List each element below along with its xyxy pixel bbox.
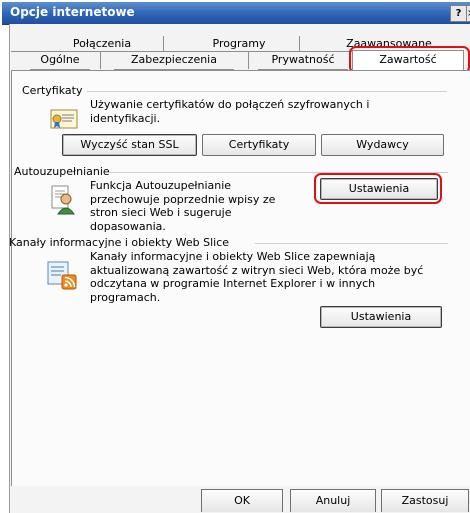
group-divider (87, 91, 447, 92)
autocomplete-icon (50, 185, 76, 215)
certificates-group-title: Certyfikaty (22, 84, 83, 97)
tab-divider (299, 36, 300, 51)
group-divider (255, 243, 448, 244)
clear-ssl-button[interactable]: Wyczyść stan SSL (62, 134, 197, 156)
cancel-button[interactable]: Anuluj (290, 489, 376, 512)
feeds-icon (47, 260, 77, 290)
feeds-description: Kanały informacyjne i obiekty Web Slice … (90, 250, 424, 304)
autocomplete-description: Funkcja Autouzupełnianie przechowuje pop… (90, 179, 276, 233)
title-bar: Opcje internetowe ? × (2, 2, 470, 25)
tab-security[interactable]: Zabezpieczenia (114, 53, 234, 70)
tab-row-top-border (11, 51, 352, 52)
tab-general[interactable]: Ogólne (30, 53, 90, 70)
autocomplete-group-title: Autouzupełnianie (14, 165, 110, 178)
window-title: Opcje internetowe (10, 5, 135, 19)
tab-connections[interactable]: Połączenia (57, 37, 147, 51)
tab-privacy[interactable]: Prywatność (258, 53, 348, 70)
certificate-icon (50, 108, 80, 130)
certificates-button[interactable]: Certyfikaty (202, 134, 316, 156)
tab-divider (163, 36, 164, 51)
help-button[interactable]: ? (450, 5, 467, 22)
ok-button[interactable]: OK (201, 489, 283, 512)
close-button[interactable]: × (466, 5, 470, 22)
publishers-button[interactable]: Wydawcy (321, 134, 444, 156)
feeds-group-title: Kanały informacyjne i obiekty Web Slice (9, 236, 230, 249)
highlight-autocomplete-settings (314, 173, 442, 204)
tab-divider (248, 52, 249, 69)
apply-button[interactable]: Zastosuj (381, 489, 469, 512)
feeds-settings-button[interactable]: Ustawienia (320, 306, 442, 328)
certificates-description: Używanie certyfikatów do połączeń szyfro… (90, 98, 370, 125)
tab-programs[interactable]: Programy (194, 37, 284, 51)
tab-divider (100, 52, 101, 69)
